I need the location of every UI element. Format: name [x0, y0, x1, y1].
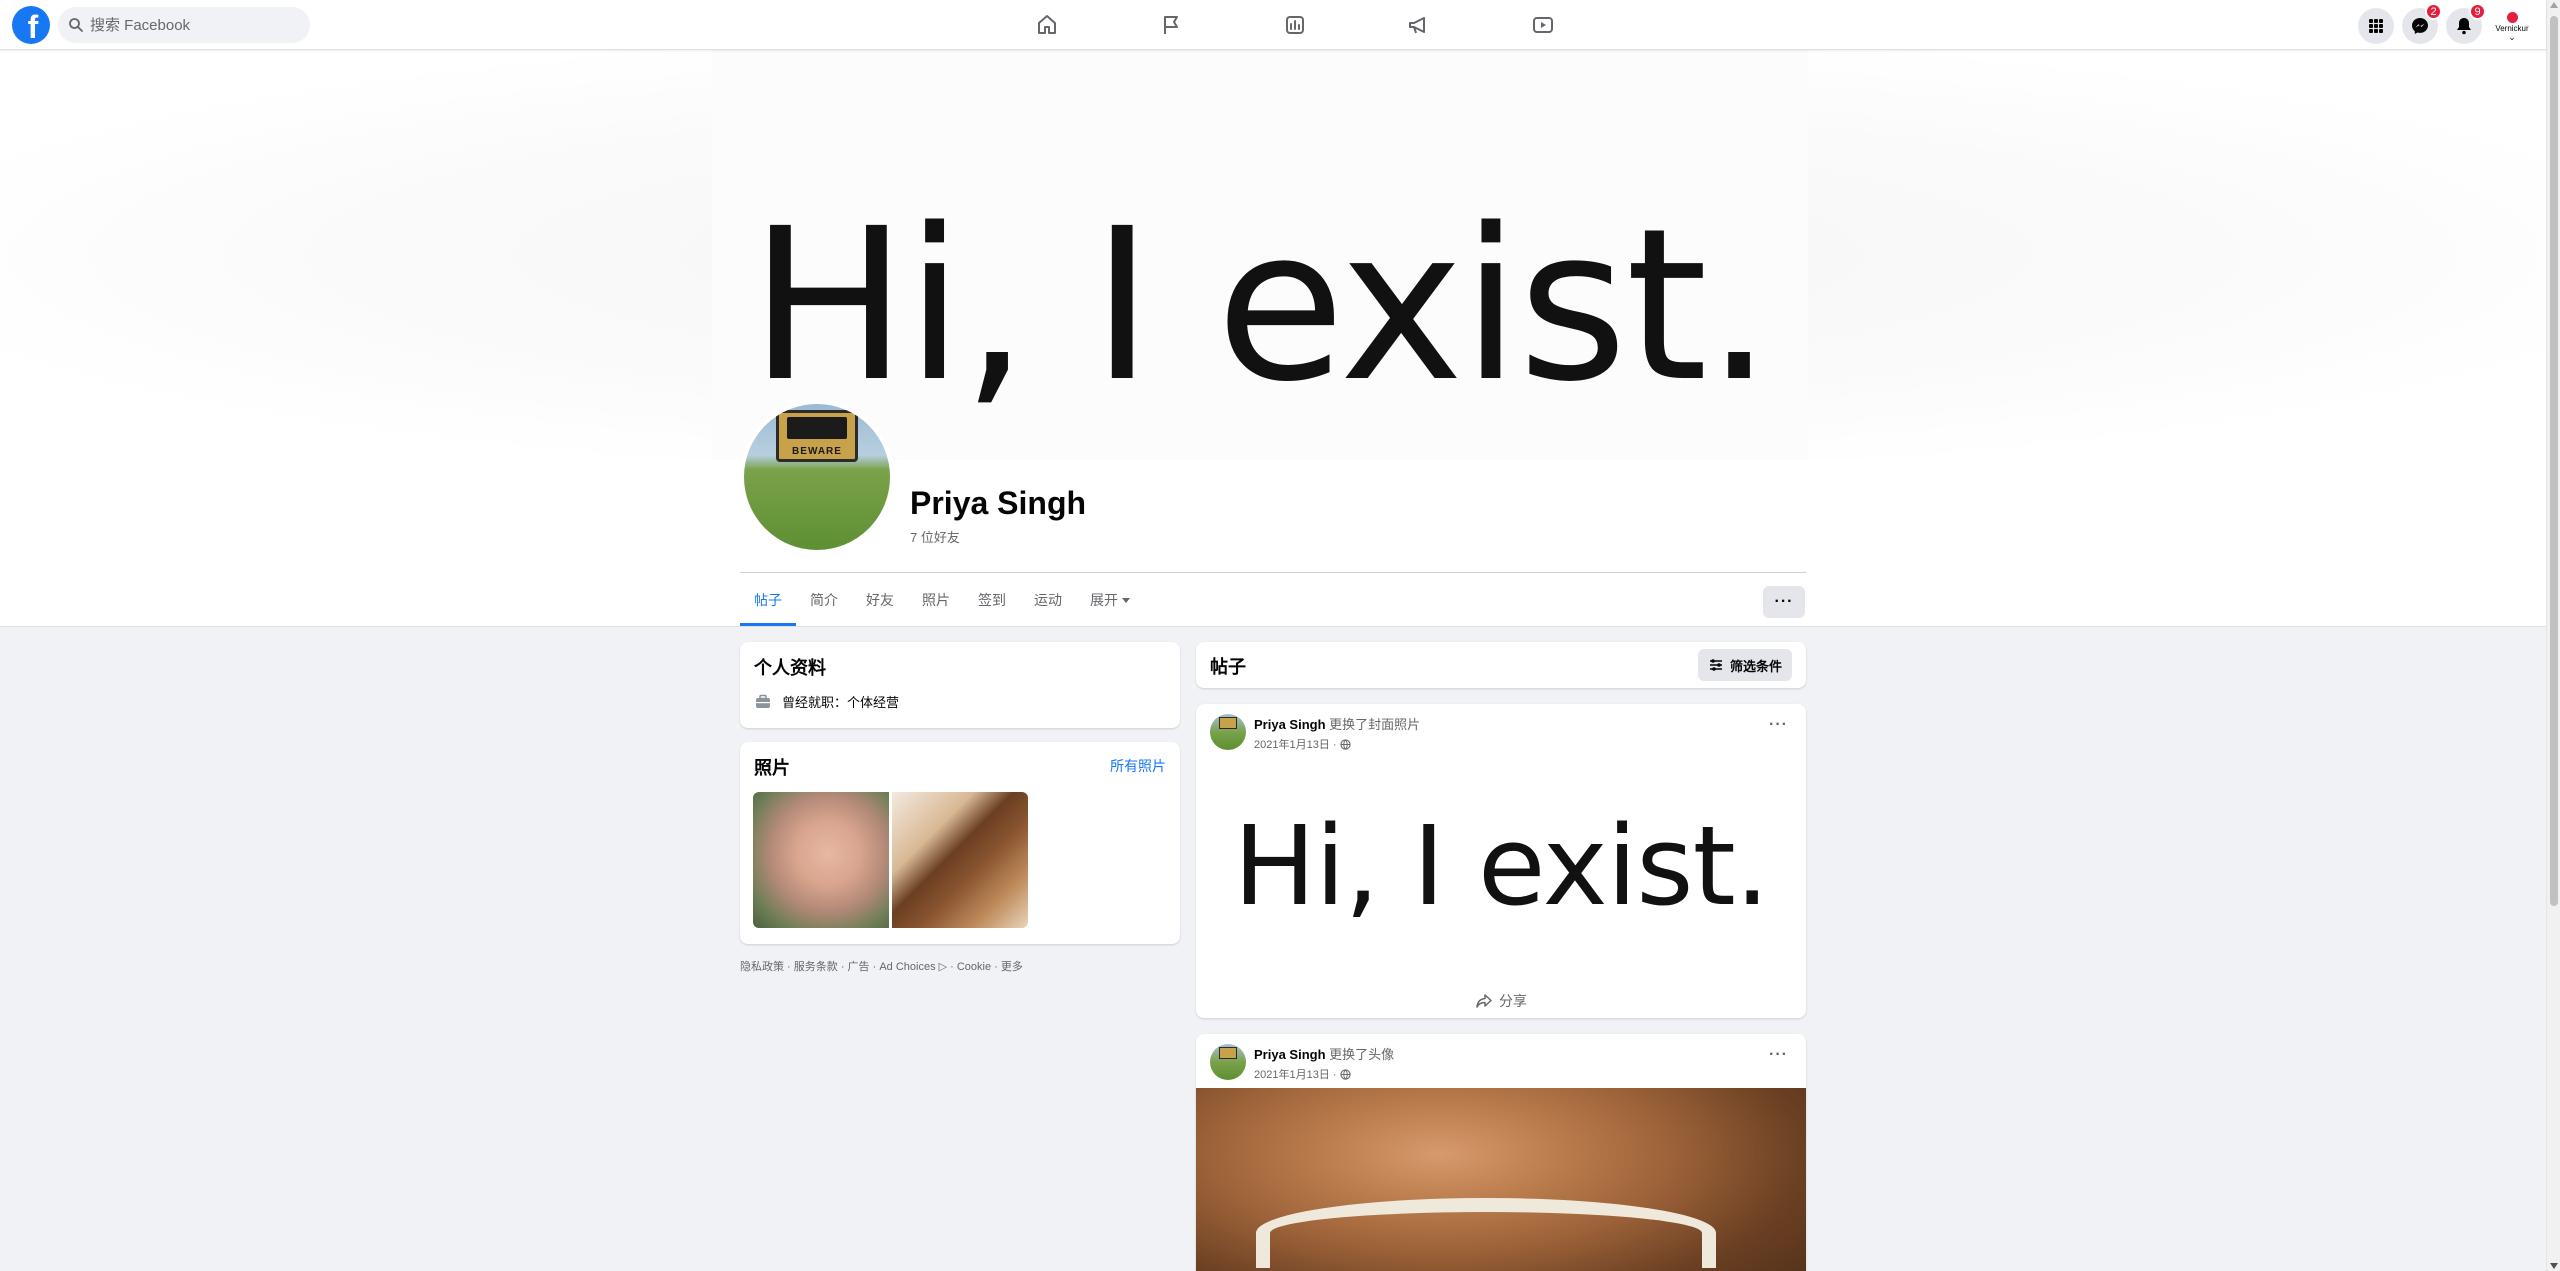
post-options-button[interactable]: ···	[1769, 1046, 1788, 1064]
profile-avatar[interactable]: BEWARE	[740, 400, 894, 554]
search-input[interactable]	[90, 16, 290, 34]
search-box[interactable]	[58, 7, 310, 43]
scroll-up-arrow-icon[interactable]	[2550, 2, 2558, 8]
video-icon	[1533, 17, 1553, 33]
nav-tab-home[interactable]	[985, 0, 1109, 50]
post-options-button[interactable]: ···	[1769, 716, 1788, 734]
filter-button[interactable]: 筛选条件	[1697, 649, 1792, 681]
page-scrollbar[interactable]	[2546, 0, 2560, 1271]
nav-tab-watch[interactable]	[1481, 0, 1605, 50]
caret-down-icon	[1122, 597, 1130, 603]
photos-title: 照片	[754, 758, 790, 778]
tab-sports[interactable]: 运动	[1020, 574, 1076, 626]
intro-work-text: 曾经就职：个体经营	[782, 695, 900, 710]
intro-title: 个人资料	[754, 658, 826, 678]
cover-photo[interactable]: Hi, I exist.	[712, 50, 1808, 460]
post-author[interactable]: Priya Singh	[1254, 1047, 1326, 1062]
marketplace-icon	[1286, 16, 1304, 34]
filter-label: 筛选条件	[1729, 658, 1782, 674]
avatar-sign-text: BEWARE	[792, 446, 842, 457]
post-image-detail	[1256, 1198, 1716, 1268]
briefcase-icon	[756, 694, 770, 708]
tab-posts[interactable]: 帖子	[740, 574, 796, 626]
top-navigation-bar: f 2	[0, 0, 2546, 50]
share-button[interactable]: 分享	[1196, 982, 1806, 1018]
post-meta: Priya Singh 更换了头像 2021年1月13日 ·	[1254, 1044, 1394, 1082]
profile-name: Priya Singh	[910, 485, 1087, 521]
tab-photos[interactable]: 照片	[908, 574, 964, 626]
tab-more[interactable]: 展开	[1076, 574, 1144, 626]
posts-header-card: 帖子 筛选条件	[1196, 642, 1806, 688]
post-image[interactable]: Hi, I exist.	[1196, 766, 1806, 966]
post-card: Priya Singh 更换了头像 2021年1月13日 · ···	[1196, 1034, 1806, 1271]
post-avatar-sign	[1219, 1047, 1237, 1059]
photo-thumbnail[interactable]	[892, 792, 1028, 928]
post-action: 更换了封面照片	[1329, 717, 1421, 732]
menu-button[interactable]	[2358, 8, 2394, 44]
messenger-badge: 2	[2425, 3, 2442, 20]
photo-thumbnail[interactable]	[753, 792, 889, 928]
post-image-text: Hi, I exist.	[1233, 802, 1769, 930]
profile-tabs: 帖子 简介 好友 照片 签到 运动 展开	[740, 574, 1144, 626]
post-date[interactable]: 2021年1月13日 ·	[1254, 736, 1337, 752]
tab-divider	[740, 572, 1806, 573]
notifications-badge: 9	[2469, 3, 2486, 20]
nav-tab-pages[interactable]	[1109, 0, 1233, 50]
avatar-sign-graphic	[787, 417, 847, 439]
avatar-sign-image: BEWARE	[776, 410, 858, 462]
post-meta: Priya Singh 更换了封面照片 2021年1月13日 ·	[1254, 714, 1420, 752]
tab-checkins[interactable]: 签到	[964, 574, 1020, 626]
photos-card: 照片 所有照片	[740, 742, 1180, 944]
all-photos-link[interactable]: 所有照片	[1110, 756, 1166, 776]
facebook-logo[interactable]: f	[12, 6, 50, 44]
grid-menu-icon	[2369, 19, 2383, 33]
posts-title: 帖子	[1210, 657, 1246, 677]
share-label: 分享	[1499, 992, 1527, 1009]
intro-work-row: 曾经就职：个体经营	[754, 692, 899, 711]
globe-icon	[1339, 1068, 1351, 1080]
friends-count[interactable]: 7 位好友	[910, 527, 960, 546]
post-avatar[interactable]	[1210, 714, 1246, 750]
intro-card: 个人资料 曾经就职：个体经营	[740, 642, 1180, 728]
post-action: 更换了头像	[1329, 1047, 1395, 1062]
account-status-dot	[2506, 11, 2518, 23]
post-avatar[interactable]	[1210, 1044, 1246, 1080]
nav-tab-marketplace[interactable]	[1233, 0, 1357, 50]
share-icon	[1476, 993, 1492, 1008]
bell-icon	[2457, 18, 2471, 35]
scrollbar-thumb[interactable]	[2550, 16, 2558, 906]
profile-more-button[interactable]: ···	[1763, 586, 1805, 618]
post-image[interactable]	[1196, 1088, 1806, 1271]
scroll-down-arrow-icon[interactable]	[2550, 1263, 2558, 1269]
post-author[interactable]: Priya Singh	[1254, 717, 1326, 732]
center-navigation	[985, 0, 1605, 50]
messenger-button[interactable]: 2	[2402, 3, 2442, 44]
footer-links[interactable]: 隐私政策 · 服务条款 · 广告 · Ad Choices ▷ · Cookie…	[740, 958, 1023, 974]
messenger-icon	[2412, 18, 2428, 34]
post-avatar-sign	[1219, 717, 1237, 729]
tab-more-label: 展开	[1090, 592, 1118, 608]
globe-icon	[1339, 738, 1351, 750]
post-date[interactable]: 2021年1月13日 ·	[1254, 1066, 1337, 1082]
cover-photo-text: Hi, I exist.	[749, 182, 1772, 428]
tab-about[interactable]: 简介	[796, 574, 852, 626]
search-icon	[69, 18, 83, 32]
account-button[interactable]: Vernickur ⌄	[2490, 4, 2534, 48]
tab-friends[interactable]: 好友	[852, 574, 908, 626]
filter-icon	[1709, 659, 1722, 671]
nav-tab-ads[interactable]	[1357, 0, 1481, 50]
right-navigation: 2 9 Vernickur ⌄	[2350, 3, 2534, 48]
megaphone-icon	[1409, 17, 1425, 34]
flag-icon	[1164, 16, 1178, 34]
notifications-button[interactable]: 9	[2446, 3, 2486, 44]
home-icon	[1038, 15, 1056, 34]
chevron-down-icon: ⌄	[2508, 31, 2516, 42]
post-card: Priya Singh 更换了封面照片 2021年1月13日 · ··· Hi,…	[1196, 704, 1806, 1018]
